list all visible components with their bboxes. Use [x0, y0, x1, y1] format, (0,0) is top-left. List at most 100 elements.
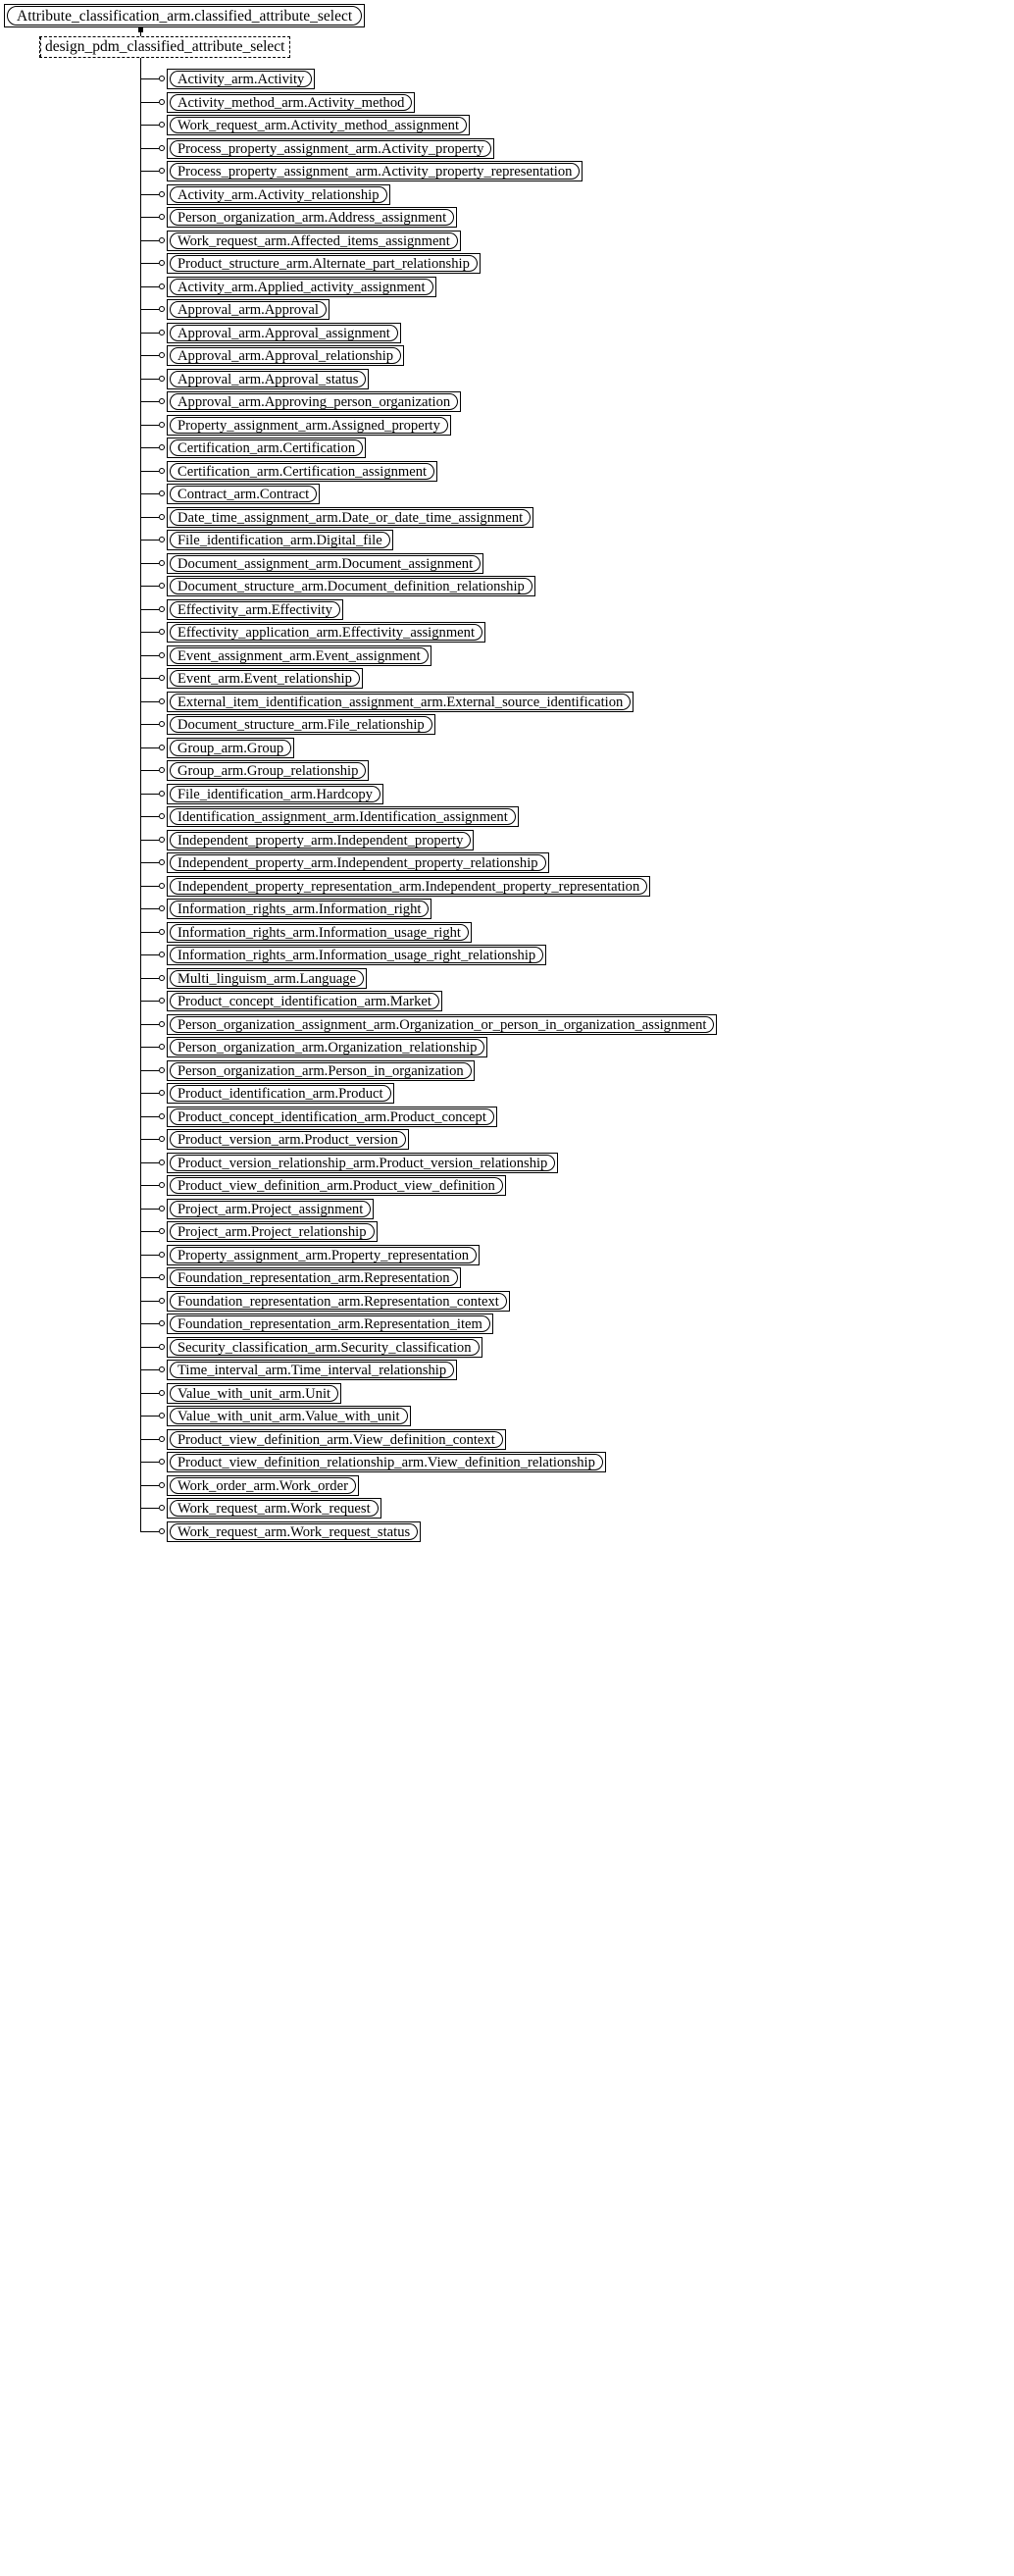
leaf-entity-box[interactable]: Product_version_relationship_arm.Product… [167, 1152, 559, 1173]
leaf-entity-box[interactable]: Product_concept_identification_arm.Produ… [167, 1106, 497, 1127]
leaf-entity-box[interactable]: Work_request_arm.Work_request_status [167, 1520, 422, 1542]
leaf-entity-box[interactable]: Process_property_assignment_arm.Activity… [167, 161, 583, 181]
leaf-entity-box[interactable]: Information_rights_arm.Information_usage… [167, 945, 547, 965]
leaf-entity-box[interactable]: Activity_arm.Activity [167, 69, 316, 89]
leaf-entity-box[interactable]: Multi_linguism_arm.Language [167, 967, 367, 989]
leaf-entity-box[interactable]: Certification_arm.Certification [167, 438, 367, 458]
leaf-connector-line [140, 678, 159, 679]
leaf-entity-label: Product_identification_arm.Product [170, 1085, 391, 1102]
leaf-entity-box[interactable]: Activity_arm.Applied_activity_assignment [167, 276, 436, 297]
leaf-connector-line [140, 724, 159, 725]
leaf-entity-box[interactable]: Value_with_unit_arm.Unit [167, 1382, 342, 1404]
leaf-entity-box[interactable]: Security_classification_arm.Security_cla… [167, 1336, 482, 1358]
leaf-entity-box[interactable]: Product_view_definition_arm.View_definit… [167, 1428, 506, 1450]
leaf-entity-box[interactable]: Product_view_definition_relationship_arm… [167, 1452, 606, 1472]
leaf-entity-box[interactable]: Product_identification_arm.Product [167, 1083, 394, 1104]
leaf-connector-line [140, 78, 159, 79]
leaf-entity-box[interactable]: Foundation_representation_arm.Representa… [167, 1314, 493, 1334]
leaf-entity-box[interactable]: Foundation_representation_arm.Representa… [167, 1290, 510, 1312]
leaf-entity-box[interactable]: Date_time_assignment_arm.Date_or_date_ti… [167, 506, 534, 528]
leaf-entity-box[interactable]: Activity_arm.Activity_relationship [167, 183, 390, 205]
subtype-circle-marker [159, 1090, 165, 1096]
leaf-entity-box[interactable]: Approval_arm.Approval [167, 299, 330, 320]
leaf-entity-box[interactable]: Approval_arm.Approval_assignment [167, 322, 401, 343]
subtype-circle-marker [159, 1159, 165, 1165]
leaf-entity-box[interactable]: Independent_property_arm.Independent_pro… [167, 852, 549, 873]
leaf-entity-box[interactable]: Work_request_arm.Activity_method_assignm… [167, 115, 470, 135]
leaf-connector-line [140, 1393, 159, 1394]
leaf-entity-box[interactable]: Product_structure_arm.Alternate_part_rel… [167, 253, 481, 274]
leaf-entity-box[interactable]: Person_organization_arm.Organization_rel… [167, 1037, 488, 1057]
leaf-entity-box[interactable]: Property_assignment_arm.Assigned_propert… [167, 414, 451, 436]
leaf-entity-box[interactable]: Product_concept_identification_arm.Marke… [167, 991, 442, 1011]
leaf-entity-box[interactable]: Time_interval_arm.Time_interval_relation… [167, 1360, 458, 1380]
leaf-connector-line [140, 401, 159, 402]
leaf-entity-box[interactable]: Approval_arm.Approval_relationship [167, 345, 405, 366]
subtype-circle-marker [159, 122, 165, 128]
leaf-entity-box[interactable]: Document_assignment_arm.Document_assignm… [167, 552, 484, 574]
leaf-entity-box[interactable]: Independent_property_arm.Independent_pro… [167, 829, 475, 850]
leaf-entity-label: Product_concept_identification_arm.Produ… [170, 1108, 494, 1125]
leaf-connector-line [140, 932, 159, 933]
leaf-entity-box[interactable]: Property_assignment_arm.Property_represe… [167, 1244, 481, 1265]
leaf-entity-label: Independent_property_arm.Independent_pro… [170, 854, 546, 871]
leaf-entity-box[interactable]: Work_request_arm.Work_request [167, 1498, 381, 1519]
leaf-connector-line [140, 1209, 159, 1210]
leaf-entity-box[interactable]: Activity_method_arm.Activity_method [167, 91, 416, 113]
leaf-entity-label: Activity_method_arm.Activity_method [170, 93, 413, 111]
leaf-entity-box[interactable]: Information_rights_arm.Information_right [167, 899, 432, 919]
leaf-connector-line [140, 171, 159, 172]
leaf-entity-box[interactable]: File_identification_arm.Digital_file [167, 530, 393, 550]
subtype-circle-marker [159, 1274, 165, 1280]
leaf-entity-box[interactable]: Certification_arm.Certification_assignme… [167, 460, 438, 482]
subtype-circle-marker [159, 767, 165, 773]
leaf-entity-label: Product_view_definition_relationship_arm… [170, 1454, 603, 1470]
leaf-connector-line [140, 379, 159, 380]
leaf-entity-label: Identification_assignment_arm.Identifica… [170, 808, 516, 825]
leaf-entity-label: Security_classification_arm.Security_cla… [170, 1338, 480, 1356]
leaf-entity-box[interactable]: External_item_identification_assignment_… [167, 691, 634, 712]
leaf-entity-box[interactable]: Person_organization_arm.Address_assignme… [167, 207, 458, 228]
leaf-entity-box[interactable]: Effectivity_application_arm.Effectivity_… [167, 622, 486, 643]
leaf-entity-box[interactable]: Contract_arm.Contract [167, 484, 321, 504]
leaf-entity-label: Product_view_definition_arm.View_definit… [170, 1430, 503, 1448]
leaf-entity-box[interactable]: Event_assignment_arm.Event_assignment [167, 644, 431, 666]
leaf-entity-box[interactable]: Group_arm.Group [167, 737, 295, 758]
tree-trunk-vline [140, 58, 141, 1532]
root-entity-box[interactable]: Attribute_classification_arm.classified_… [4, 4, 366, 27]
subtype-circle-marker [159, 1298, 165, 1304]
leaf-entity-box[interactable]: Value_with_unit_arm.Value_with_unit [167, 1406, 411, 1426]
leaf-entity-label: Process_property_assignment_arm.Activity… [170, 139, 492, 157]
leaf-entity-box[interactable]: File_identification_arm.Hardcopy [167, 783, 383, 804]
leaf-entity-box[interactable]: Information_rights_arm.Information_usage… [167, 921, 472, 943]
leaf-entity-box[interactable]: Foundation_representation_arm.Representa… [167, 1267, 461, 1288]
leaf-entity-label: Person_organization_arm.Address_assignme… [170, 209, 455, 226]
leaf-connector-line [140, 1047, 159, 1048]
leaf-connector-line [140, 240, 159, 241]
leaf-entity-box[interactable]: Work_request_arm.Affected_items_assignme… [167, 230, 461, 251]
leaf-entity-box[interactable]: Independent_property_representation_arm.… [167, 875, 651, 897]
subtype-circle-marker [159, 652, 165, 658]
leaf-entity-box[interactable]: Group_arm.Group_relationship [167, 760, 370, 781]
subtype-circle-marker [159, 1413, 165, 1418]
leaf-entity-label: Project_arm.Project_relationship [170, 1223, 375, 1240]
leaf-entity-box[interactable]: Person_organization_assignment_arm.Organ… [167, 1013, 718, 1035]
leaf-entity-box[interactable]: Product_view_definition_arm.Product_view… [167, 1175, 506, 1196]
leaf-entity-box[interactable]: Effectivity_arm.Effectivity [167, 598, 343, 620]
leaf-entity-box[interactable]: Person_organization_arm.Person_in_organi… [167, 1059, 475, 1081]
leaf-entity-box[interactable]: Approval_arm.Approval_status [167, 368, 370, 389]
leaf-entity-box[interactable]: Document_structure_arm.Document_definiti… [167, 576, 535, 596]
leaf-entity-box[interactable]: Project_arm.Project_assignment [167, 1198, 375, 1219]
leaf-entity-box[interactable]: Approval_arm.Approving_person_organizati… [167, 391, 462, 412]
leaf-entity-box[interactable]: Work_order_arm.Work_order [167, 1474, 359, 1496]
leaf-entity-box[interactable]: Process_property_assignment_arm.Activity… [167, 137, 495, 159]
leaf-entity-box[interactable]: Identification_assignment_arm.Identifica… [167, 806, 519, 827]
leaf-entity-label: Information_rights_arm.Information_usage… [170, 923, 469, 941]
leaf-entity-box[interactable]: Project_arm.Project_relationship [167, 1221, 378, 1242]
leaf-entity-box[interactable]: Event_arm.Event_relationship [167, 668, 363, 689]
leaf-entity-box[interactable]: Product_version_arm.Product_version [167, 1129, 409, 1150]
select-node-box[interactable]: design_pdm_classified_attribute_select [39, 36, 290, 58]
subtype-circle-marker [159, 1505, 165, 1511]
leaf-entity-box[interactable]: Document_structure_arm.File_relationship [167, 714, 435, 735]
leaf-entity-label: Approval_arm.Approving_person_organizati… [170, 393, 459, 410]
